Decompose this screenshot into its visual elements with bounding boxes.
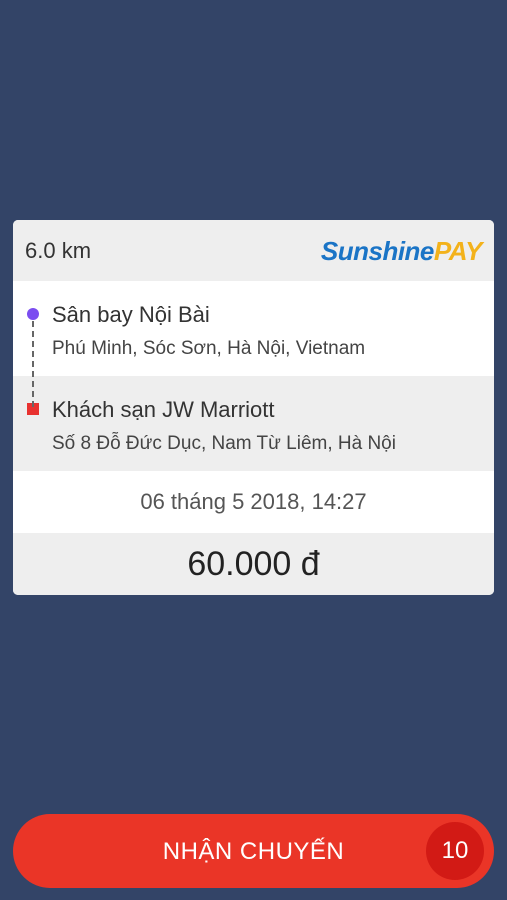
accept-ride-label: NHẬN CHUYẾN [162, 838, 345, 865]
card-header: 6.0 km Sunshine PAY [13, 220, 494, 281]
sunshinepay-logo: Sunshine PAY [320, 234, 483, 268]
pickup-location: Sân bay Nội Bài Phú Minh, Sóc Sơn, Hà Nộ… [13, 281, 494, 376]
accept-ride-button[interactable]: NHẬN CHUYẾN 10 [13, 814, 494, 888]
pickup-address: Phú Minh, Sóc Sơn, Hà Nội, Vietnam [52, 338, 366, 359]
trip-price: 60.000 đ [13, 533, 494, 595]
logo-text-sunshine: Sunshine [320, 235, 435, 266]
pickup-dot-icon [27, 308, 39, 320]
logo-text-pay: PAY [433, 235, 483, 266]
countdown-timer-badge: 10 [426, 822, 484, 880]
dropoff-address: Số 8 Đỗ Đức Dục, Nam Từ Liêm, Hà Nội [52, 433, 396, 454]
dropoff-location: Khách sạn JW Marriott Số 8 Đỗ Đức Dục, N… [13, 376, 494, 471]
pickup-name: Sân bay Nội Bài [52, 302, 210, 327]
route-connector-line [32, 321, 34, 407]
dropoff-name: Khách sạn JW Marriott [52, 397, 275, 422]
trip-card: 6.0 km Sunshine PAY Sân bay Nội Bài Phú M… [13, 220, 494, 595]
trip-datetime: 06 tháng 5 2018, 14:27 [13, 471, 494, 533]
trip-distance: 6.0 km [25, 238, 92, 263]
